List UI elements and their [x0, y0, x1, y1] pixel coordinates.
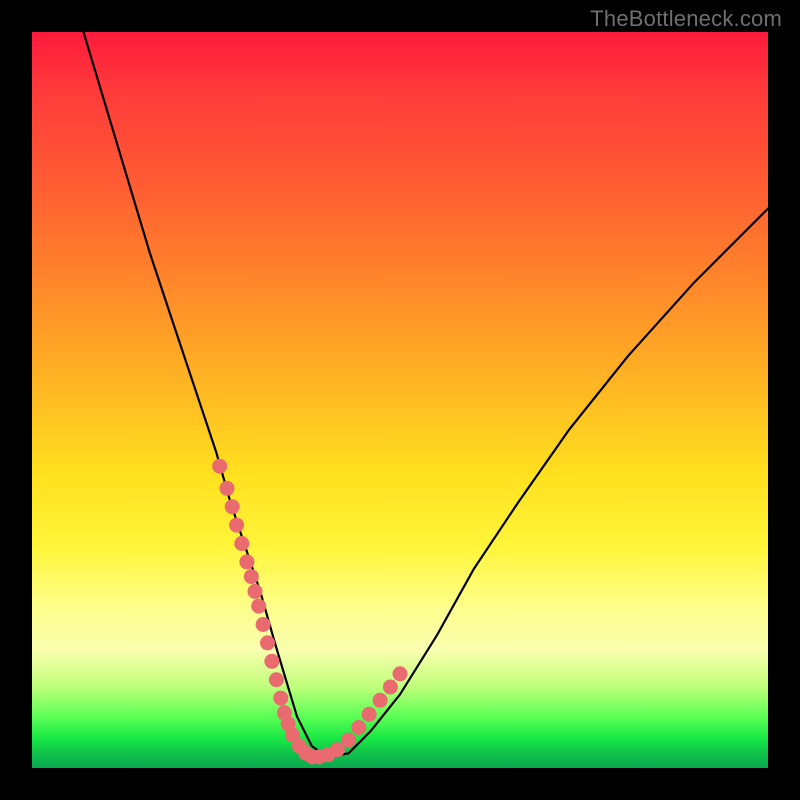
highlight-dot: [260, 635, 275, 650]
highlight-dot: [264, 654, 279, 669]
highlight-dot: [373, 693, 388, 708]
highlight-dot: [248, 584, 263, 599]
highlight-dot: [229, 518, 244, 533]
gradient-plot-area: [32, 32, 768, 768]
highlight-dot: [239, 554, 254, 569]
highlight-dot: [220, 481, 235, 496]
highlight-dots: [212, 459, 407, 765]
highlight-dot: [341, 733, 356, 748]
highlight-dot: [269, 672, 284, 687]
highlight-dot: [244, 569, 259, 584]
highlight-dot: [256, 617, 271, 632]
highlight-dot: [351, 720, 366, 735]
highlight-dot: [362, 707, 377, 722]
chart-frame: TheBottleneck.com: [0, 0, 800, 800]
highlight-dot: [212, 459, 227, 474]
curve-svg: [32, 32, 768, 768]
highlight-dot: [234, 536, 249, 551]
bottleneck-curve: [84, 32, 769, 757]
highlight-dot: [393, 666, 408, 681]
highlight-dot: [225, 499, 240, 514]
highlight-dot: [383, 680, 398, 695]
highlight-dot: [251, 599, 266, 614]
watermark-text: TheBottleneck.com: [590, 6, 782, 32]
highlight-dot: [273, 691, 288, 706]
